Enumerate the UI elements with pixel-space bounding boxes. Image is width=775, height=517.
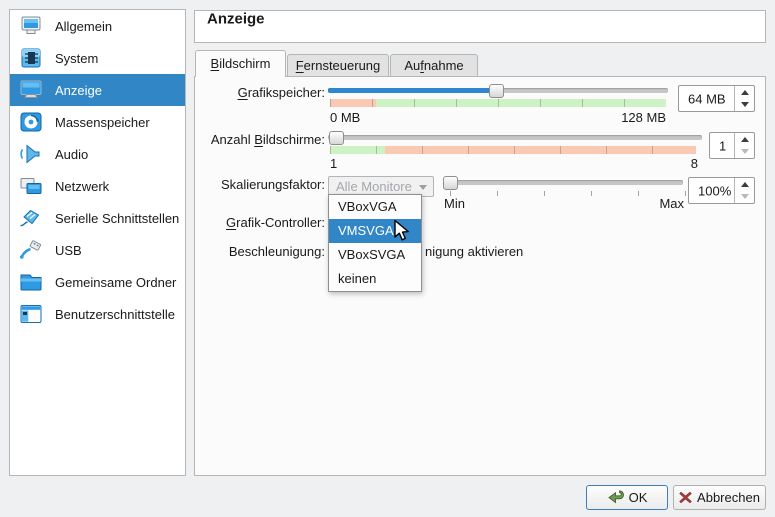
cancel-x-icon — [679, 491, 692, 504]
sidebar-item-label: Benutzerschnittstelle — [55, 307, 175, 322]
video-memory-min-label: 0 MB — [330, 110, 360, 125]
sidebar-item-serielle-schnittstellen[interactable]: Serielle Schnittstellen — [10, 202, 185, 234]
harddisk-icon — [18, 112, 44, 132]
sidebar-item-label: USB — [55, 243, 82, 258]
dropdown-option-vboxsvga[interactable]: VBoxSVGA — [329, 243, 421, 267]
tick-marks — [330, 146, 696, 154]
spin-up-icon[interactable] — [735, 133, 754, 146]
graphics-controller-dropdown: VBoxVGA VMSVGA VBoxSVGA keinen — [328, 194, 422, 292]
video-memory-slider-fill — [328, 88, 497, 93]
sidebar-item-label: Allgemein — [55, 19, 112, 34]
tick-marks — [330, 99, 666, 107]
folder-icon — [18, 272, 44, 292]
sidebar-item-audio[interactable]: Audio — [10, 138, 185, 170]
sidebar-item-label: Serielle Schnittstellen — [55, 211, 179, 226]
sidebar-item-netzwerk[interactable]: Netzwerk — [10, 170, 185, 202]
mouse-cursor-icon — [391, 219, 413, 242]
spin-up-icon[interactable] — [735, 178, 754, 191]
network-icon — [18, 176, 44, 196]
sidebar-item-anzeige[interactable]: Anzeige — [10, 74, 185, 106]
dropdown-option-keinen[interactable]: keinen — [329, 267, 421, 291]
video-memory-max-label: 128 MB — [596, 110, 666, 125]
scale-factor-spinbox[interactable]: 100% — [688, 177, 755, 204]
serial-port-icon — [18, 208, 44, 228]
sidebar-item-label: Massenspeicher — [55, 115, 150, 130]
vm-settings-dialog: Allgemein System Anzeige — [0, 0, 775, 517]
scale-factor-slider-handle[interactable] — [443, 176, 458, 190]
sidebar-item-massenspeicher[interactable]: Massenspeicher — [10, 106, 185, 138]
monitor-count-max-label: 8 — [648, 156, 698, 171]
video-memory-label: Grafikspeicher: — [195, 85, 325, 100]
acceleration-checkbox-label-fragment: nigung aktivieren — [425, 244, 523, 259]
sidebar-item-label: Anzeige — [55, 83, 102, 98]
tab-aufnahme[interactable]: Aufnahme — [390, 54, 478, 77]
monitor-count-spinbox[interactable]: 1 — [709, 132, 755, 159]
ok-button[interactable]: OK — [586, 485, 668, 510]
tab-fernsteuerung[interactable]: Fernsteuerung — [287, 54, 389, 77]
window-ui-icon — [18, 304, 44, 324]
chip-icon — [18, 48, 44, 68]
tab-bildschirm[interactable]: Bildschirm — [195, 50, 286, 77]
monitor-count-value: 1 — [719, 138, 726, 153]
sidebar-item-usb[interactable]: USB — [10, 234, 185, 266]
video-memory-range-bar — [330, 99, 666, 107]
spin-down-icon[interactable] — [735, 146, 754, 159]
speaker-icon — [18, 144, 44, 164]
cancel-button-label: Abbrechen — [697, 490, 760, 505]
ok-arrow-icon — [607, 490, 624, 505]
graphics-controller-label: Grafik-Controller: — [195, 215, 325, 230]
sidebar-item-label: System — [55, 51, 98, 66]
video-memory-slider-handle[interactable] — [489, 84, 504, 98]
sidebar-item-label: Audio — [55, 147, 88, 162]
cancel-button[interactable]: Abbrechen — [673, 485, 766, 510]
display-icon — [18, 80, 44, 100]
sidebar-item-label: Netzwerk — [55, 179, 109, 194]
video-memory-value: 64 MB — [688, 91, 726, 106]
monitor-count-slider[interactable] — [328, 135, 702, 140]
spin-down-icon[interactable] — [735, 99, 754, 112]
acceleration-label: Beschleunigung: — [195, 244, 325, 259]
monitor-count-slider-handle[interactable] — [329, 131, 344, 145]
dropdown-option-vboxvga[interactable]: VBoxVGA — [329, 195, 421, 219]
settings-category-list: Allgemein System Anzeige — [9, 9, 186, 476]
monitor-icon — [18, 16, 44, 36]
sidebar-item-benutzerschnittstelle[interactable]: Benutzerschnittstelle — [10, 298, 185, 330]
scale-factor-max-label: Max — [634, 196, 684, 211]
usb-icon — [18, 240, 44, 260]
sidebar-item-system[interactable]: System — [10, 42, 185, 74]
page-title-box — [194, 10, 766, 43]
monitor-count-label: Anzahl Bildschirme: — [195, 132, 325, 147]
scale-factor-min-label: Min — [444, 196, 465, 211]
spin-down-icon[interactable] — [735, 191, 754, 204]
scale-factor-label: Skalierungsfaktor: — [195, 177, 325, 192]
spin-up-icon[interactable] — [735, 86, 754, 99]
scale-factor-value: 100% — [698, 183, 731, 198]
sidebar-item-gemeinsame-ordner[interactable]: Gemeinsame Ordner — [10, 266, 185, 298]
chevron-down-icon — [419, 185, 427, 190]
scale-factor-slider[interactable] — [443, 180, 683, 185]
monitor-count-range-bar — [330, 146, 696, 154]
ok-button-label: OK — [629, 490, 648, 505]
scale-monitor-selector-value: Alle Monitore — [336, 179, 412, 194]
page-title: Anzeige — [207, 11, 265, 28]
sidebar-item-allgemein[interactable]: Allgemein — [10, 10, 185, 42]
sidebar-item-label: Gemeinsame Ordner — [55, 275, 176, 290]
video-memory-spinbox[interactable]: 64 MB — [678, 85, 755, 112]
monitor-count-min-label: 1 — [330, 156, 337, 171]
